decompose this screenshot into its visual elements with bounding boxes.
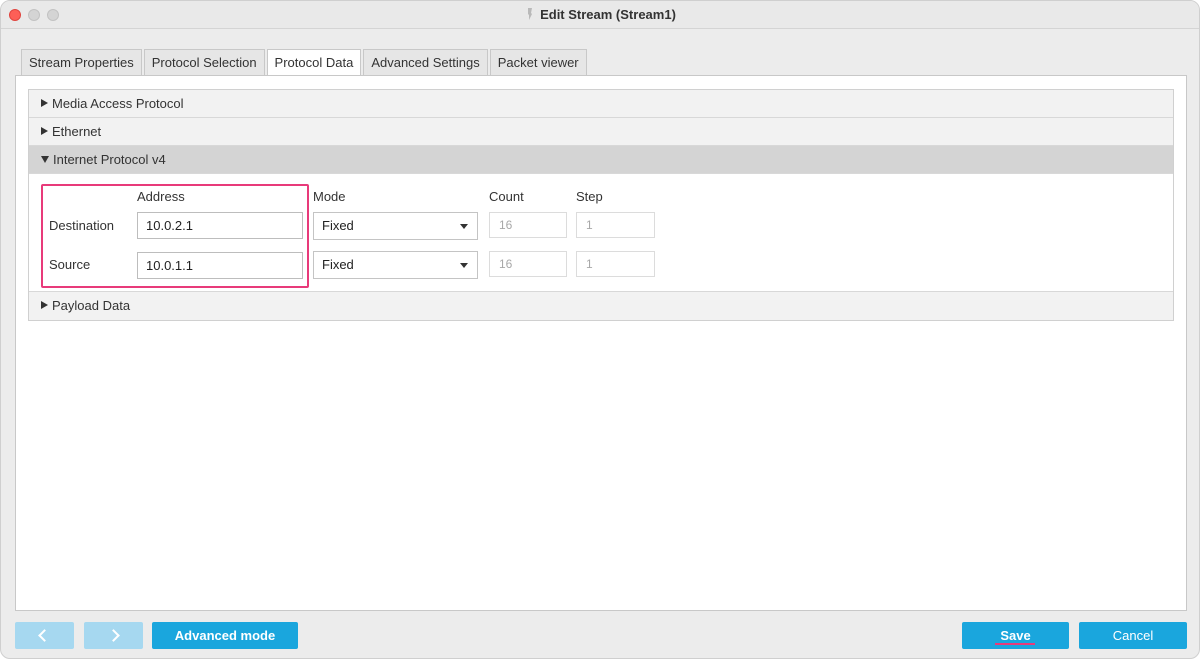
tab-protocol-selection[interactable]: Protocol Selection xyxy=(143,49,265,75)
app-icon xyxy=(528,8,533,20)
section-ethernet[interactable]: Ethernet xyxy=(29,118,1173,146)
cancel-button[interactable]: Cancel xyxy=(1079,622,1187,649)
advanced-mode-button[interactable]: Advanced mode xyxy=(152,622,298,649)
section-label: Ethernet xyxy=(52,124,102,139)
destination-mode-select[interactable]: Fixed xyxy=(313,212,478,240)
source-address-input[interactable]: 10.0.1.1 xyxy=(137,252,303,279)
chevron-left-icon xyxy=(38,629,51,642)
save-button-label: Save xyxy=(1000,628,1031,643)
source-label: Source xyxy=(49,257,91,272)
window-title: Edit Stream (Stream1) xyxy=(1,7,1199,22)
destination-address-input[interactable]: 10.0.2.1 xyxy=(137,212,303,239)
tab-advanced-settings[interactable]: Advanced Settings xyxy=(363,49,488,75)
source-step-input: 1 xyxy=(576,251,655,277)
next-button[interactable] xyxy=(84,622,143,649)
collapse-arrow-icon xyxy=(41,156,49,163)
source-mode-value: Fixed xyxy=(322,257,354,272)
source-mode-select[interactable]: Fixed xyxy=(313,251,478,279)
edit-stream-window: Edit Stream (Stream1) Stream Properties … xyxy=(0,0,1200,659)
section-media-access-protocol[interactable]: Media Access Protocol xyxy=(29,90,1173,118)
destination-label: Destination xyxy=(49,218,115,233)
address-column-header: Address xyxy=(137,189,185,204)
expand-arrow-icon xyxy=(41,301,48,309)
expand-arrow-icon xyxy=(41,99,48,107)
source-count-input: 16 xyxy=(489,251,567,277)
destination-count-input: 16 xyxy=(489,212,567,238)
ipv4-fields: Address Mode Count Step Destination 10.0… xyxy=(29,174,1173,292)
protocol-section-list: Media Access Protocol Ethernet Internet … xyxy=(28,89,1174,321)
mode-column-header: Mode xyxy=(313,189,346,204)
dropdown-caret-icon xyxy=(460,263,468,268)
tab-bar: Stream Properties Protocol Selection Pro… xyxy=(21,49,589,76)
protocol-data-panel: Media Access Protocol Ethernet Internet … xyxy=(15,75,1187,611)
tab-stream-properties[interactable]: Stream Properties xyxy=(21,49,142,75)
chevron-right-icon xyxy=(107,629,120,642)
section-payload-data[interactable]: Payload Data xyxy=(29,292,1173,320)
step-column-header: Step xyxy=(576,189,603,204)
section-label: Payload Data xyxy=(52,298,131,313)
section-internet-protocol-v4[interactable]: Internet Protocol v4 xyxy=(29,146,1173,174)
expand-arrow-icon xyxy=(41,127,48,135)
title-bar: Edit Stream (Stream1) xyxy=(1,1,1199,29)
count-column-header: Count xyxy=(489,189,524,204)
dropdown-caret-icon xyxy=(460,224,468,229)
destination-mode-value: Fixed xyxy=(322,218,354,233)
tab-packet-viewer[interactable]: Packet viewer xyxy=(489,49,587,75)
save-button[interactable]: Save xyxy=(962,622,1069,649)
destination-step-input: 1 xyxy=(576,212,655,238)
section-label: Internet Protocol v4 xyxy=(53,152,166,167)
window-title-text: Edit Stream (Stream1) xyxy=(540,7,676,22)
tab-protocol-data[interactable]: Protocol Data xyxy=(266,49,362,76)
previous-button[interactable] xyxy=(15,622,74,649)
save-underline-marker xyxy=(995,643,1035,645)
section-label: Media Access Protocol xyxy=(52,96,184,111)
